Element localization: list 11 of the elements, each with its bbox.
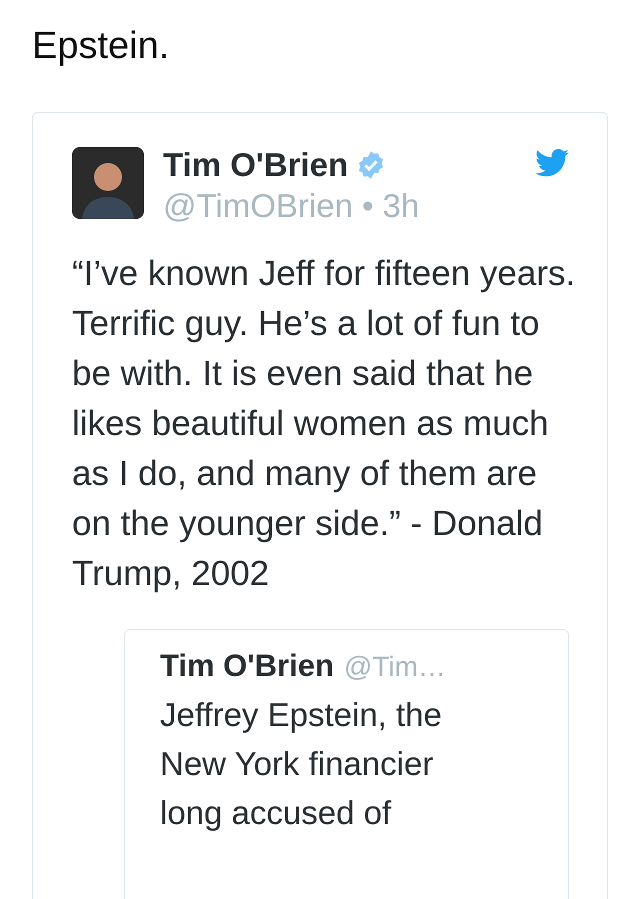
bird-icon[interactable]	[535, 149, 569, 177]
author-handle: @Tim…	[344, 651, 446, 683]
author-name: Tim O'Brien	[160, 648, 334, 684]
page-heading: Epstein.	[32, 24, 170, 69]
avatar-silhouette-icon	[72, 147, 144, 219]
tweet-text: “I’ve known Jeff for fifteen years. Terrific guy. He’s a lot of fun to be with. It is even said that he likes beautiful women as much as I do, and many of them are on the younger side.” - Donald Trump, 2002	[72, 253, 576, 595]
author-name: Tim O'Brien	[163, 146, 348, 184]
quoted-tweet-text: Jeffrey Epstein, the New York financier long accused of	[160, 695, 443, 833]
separator-dot: •	[362, 187, 374, 225]
tweet-time: 3h	[382, 187, 420, 225]
author-handle: @TimOBrien	[163, 187, 353, 225]
